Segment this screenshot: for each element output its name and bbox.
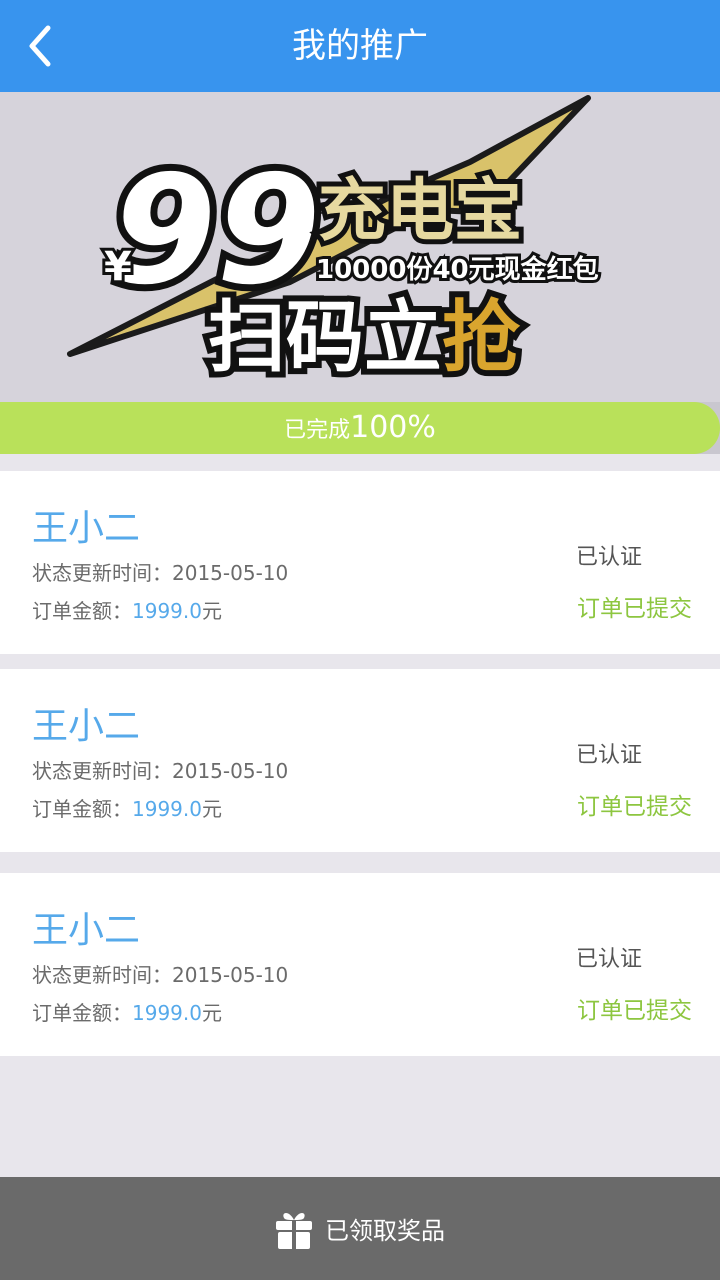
banner-currency: ¥ [104,244,132,290]
amount-unit: 元 [201,599,222,623]
status-time-value: 2015-05-10 [172,561,289,585]
order-amount-line: 订单金额：1999.0元 [32,997,222,1026]
customer-name: 王小二 [32,508,141,549]
app-header: 我的推广 [0,0,720,92]
customer-name: 王小二 [32,910,141,951]
bottom-bar: 已领取奖品 [0,1177,720,1280]
amount-value: 1999.0 [132,1001,202,1025]
banner-price: 99 [112,144,321,318]
promotion-progress-bar: 已完成100% [0,402,720,454]
status-time-label: 状态更新时间： [32,963,172,987]
amount-value: 1999.0 [132,599,202,623]
page-title: 我的推广 [292,26,428,66]
banner-subtitle: 10000份40元现金红包 [316,254,599,285]
amount-unit: 元 [201,797,222,821]
progress-label: 已完成 [284,418,351,443]
promotion-list-item[interactable]: 王小二 状态更新时间：2015-05-10 订单金额：1999.0元 已认证 订… [0,873,720,1056]
claimed-prize-button[interactable]: 已领取奖品 [0,1177,720,1280]
status-time-value: 2015-05-10 [172,759,289,783]
auth-status: 已认证 [575,743,642,768]
auth-status: 已认证 [575,947,642,972]
amount-label: 订单金额： [32,599,132,623]
progress-percent: 100% [350,410,436,445]
status-update-line: 状态更新时间：2015-05-10 [32,959,288,988]
banner-product: 充电宝 [318,172,522,251]
order-amount-line: 订单金额：1999.0元 [32,595,222,624]
promotion-list-item[interactable]: 王小二 状态更新时间：2015-05-10 订单金额：1999.0元 已认证 订… [0,669,720,852]
claimed-prize-label: 已领取奖品 [325,1217,445,1245]
gift-icon [276,1212,312,1249]
status-time-label: 状态更新时间： [32,759,172,783]
order-amount-line: 订单金额：1999.0元 [32,793,222,822]
amount-unit: 元 [201,1001,222,1025]
banner-slogan-highlight: 抢 [442,293,521,383]
order-status: 订单已提交 [577,998,692,1024]
order-status: 订单已提交 [577,596,692,622]
progress-text: 已完成100% [0,402,720,454]
banner-slogan-main: 扫码立 [208,293,442,383]
promotion-list-item[interactable]: 王小二 状态更新时间：2015-05-10 订单金额：1999.0元 已认证 订… [0,471,720,654]
status-update-line: 状态更新时间：2015-05-10 [32,557,288,586]
amount-label: 订单金额： [32,797,132,821]
status-time-value: 2015-05-10 [172,963,289,987]
promo-banner-graphic: 99 ¥ 充电宝 10000份40元现金红包 扫码立抢 [67,95,602,389]
status-update-line: 状态更新时间：2015-05-10 [32,755,288,784]
amount-value: 1999.0 [132,797,202,821]
status-time-label: 状态更新时间： [32,561,172,585]
amount-label: 订单金额： [32,1001,132,1025]
auth-status: 已认证 [575,545,642,570]
customer-name: 王小二 [32,706,141,747]
order-status: 订单已提交 [577,794,692,820]
promo-banner[interactable]: 99 ¥ 充电宝 10000份40元现金红包 扫码立抢 [0,92,720,402]
banner-slogan: 扫码立抢 [208,293,521,383]
